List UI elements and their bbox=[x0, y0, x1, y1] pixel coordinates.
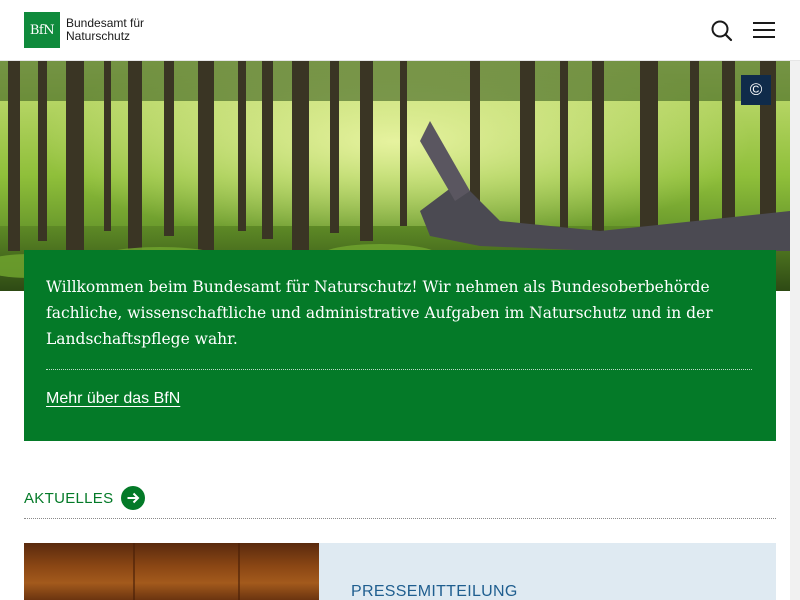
arrow-right-icon bbox=[127, 492, 140, 504]
hamburger-menu-icon bbox=[753, 22, 775, 38]
logo-mark: BfN bbox=[24, 12, 60, 48]
search-button[interactable] bbox=[708, 17, 736, 45]
news-section-link[interactable]: AKTUELLES bbox=[24, 490, 113, 507]
intro-text: Willkommen beim Bundesamt für Naturschut… bbox=[46, 278, 713, 348]
about-bfn-link[interactable]: Mehr über das BfN bbox=[46, 390, 180, 408]
intro-divider bbox=[46, 369, 752, 370]
news-image-illustration bbox=[133, 543, 240, 600]
news-card-body: PRESSEMITTEILUNG bbox=[319, 543, 776, 600]
news-card-kicker: PRESSEMITTEILUNG bbox=[351, 583, 518, 600]
logo-line-2: Naturschutz bbox=[66, 29, 131, 43]
news-section-heading: AKTUELLES bbox=[24, 486, 776, 519]
news-card[interactable]: PRESSEMITTEILUNG bbox=[24, 543, 776, 600]
news-card-image bbox=[24, 543, 319, 600]
scrollbar[interactable] bbox=[790, 61, 800, 600]
intro-box: Willkommen beim Bundesamt für Naturschut… bbox=[24, 250, 776, 441]
copyright-button[interactable]: © bbox=[741, 75, 771, 105]
news-arrow-button[interactable] bbox=[121, 486, 146, 510]
menu-button[interactable] bbox=[750, 17, 778, 45]
search-icon bbox=[711, 20, 733, 42]
site-header: BfN Bundesamt für Naturschutz bbox=[0, 0, 800, 61]
bfn-logo[interactable]: BfN Bundesamt für Naturschutz bbox=[24, 12, 144, 48]
logo-text: Bundesamt für Naturschutz bbox=[66, 17, 144, 43]
